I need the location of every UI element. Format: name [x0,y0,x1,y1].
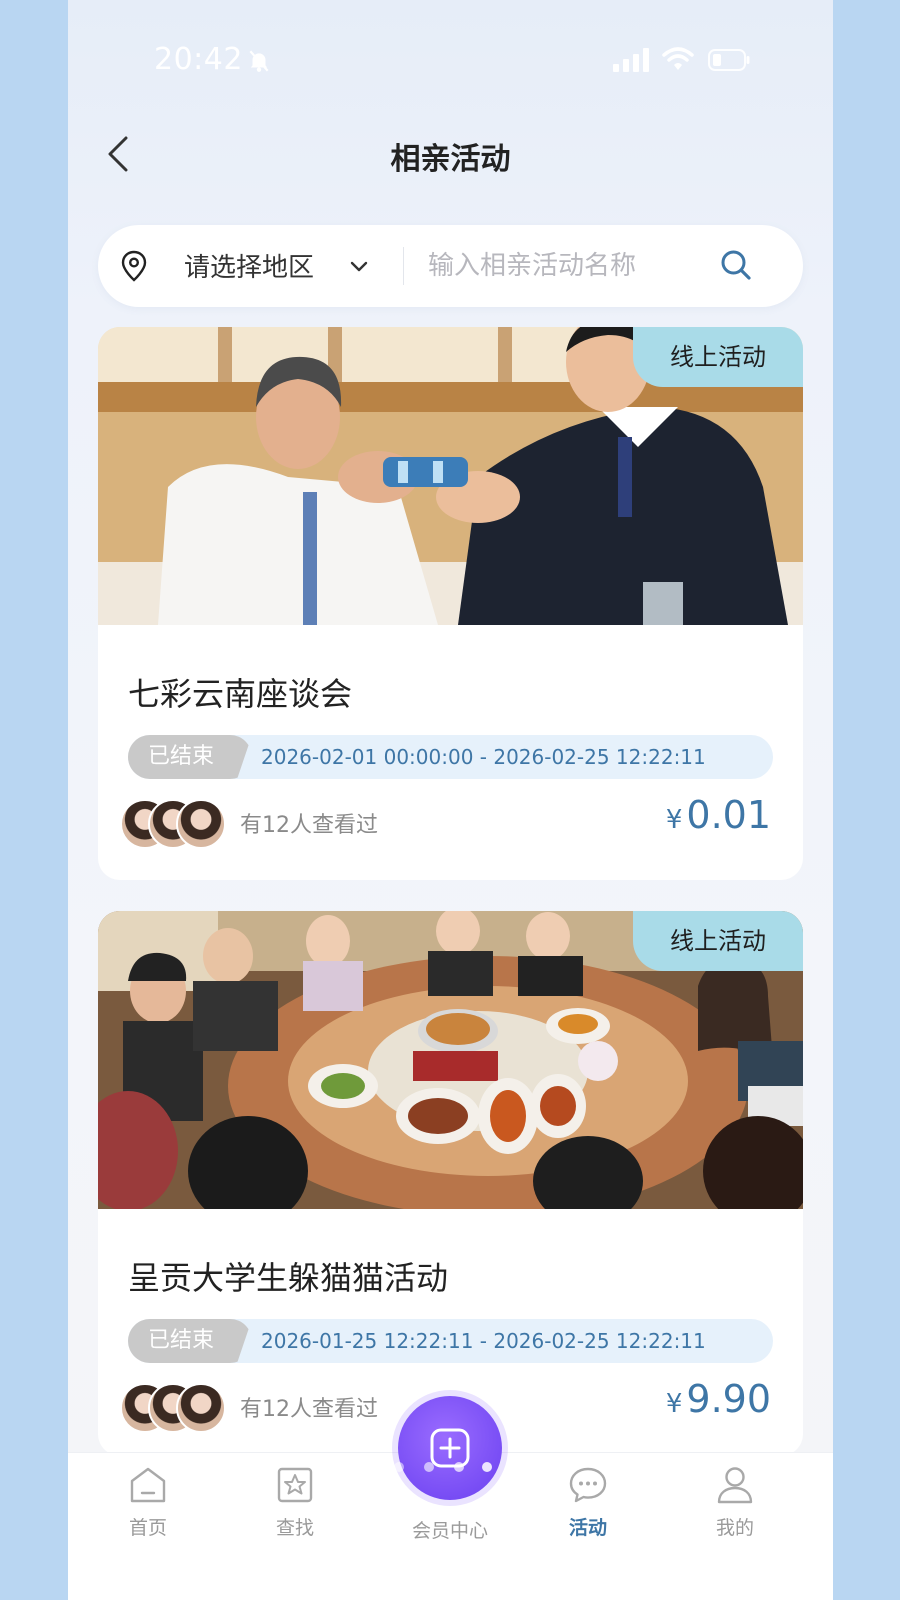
price-value: 0.01 [686,793,771,837]
event-date-row: 已结束 2026-02-01 00:00:00 - 2026-02-25 12:… [128,735,773,779]
tab-label: 活动 [568,1517,607,1539]
chevron-down-icon[interactable] [348,255,370,277]
page-indicator-dots [394,1462,514,1478]
member-center-button[interactable] [398,1396,502,1500]
event-tag: 线上活动 [633,327,803,387]
search-icon[interactable] [718,247,754,283]
tab-label: 我的 [715,1517,754,1539]
view-count: 有12人查看过 [240,1397,378,1422]
phone-screen: 20:42 相亲活动 请选择地区 输入相亲活动名称 线上活动 七彩云南座谈会 已… [68,0,833,1600]
page-header: 相亲活动 [68,130,833,180]
currency-symbol: ¥ [665,805,683,835]
wifi-icon [662,47,694,70]
event-date-range: 2026-02-01 00:00:00 - 2026-02-25 12:22:1… [261,745,706,769]
home-icon [130,1467,166,1503]
location-pin-icon [121,250,147,282]
event-date-row: 已结束 2026-01-25 12:22:11 - 2026-02-25 12:… [128,1319,773,1363]
tab-label: 查找 [275,1517,314,1539]
tab-activity[interactable]: 活动 [538,1463,638,1540]
event-tag: 线上活动 [633,911,803,971]
event-price: ¥9.90 [666,1377,771,1421]
avatar [176,799,226,849]
viewer-avatars [120,799,230,851]
cellular-signal-icon [613,48,649,72]
event-card[interactable]: 线上活动 七彩云南座谈会 已结束 2026-02-01 00:00:00 - 2… [98,327,803,880]
page-title: 相亲活动 [390,142,511,177]
person-icon [717,1467,753,1504]
chat-bubble-icon [569,1467,607,1503]
tab-search[interactable]: 查找 [245,1463,345,1540]
event-title: 呈贡大学生躲猫猫活动 [128,1259,449,1297]
search-bar: 请选择地区 [98,225,803,307]
search-input[interactable] [428,243,678,289]
bell-muted-icon [249,50,269,72]
search-divider [403,247,404,285]
tab-home[interactable]: 首页 [98,1463,198,1540]
event-price: ¥0.01 [666,793,771,837]
view-count: 有12人查看过 [240,813,378,838]
status-time: 20:42 [154,42,243,77]
price-value: 9.90 [686,1377,771,1421]
tab-label: 会员中心 [411,1520,488,1542]
viewer-avatars [120,1383,230,1435]
tab-label: 首页 [128,1517,167,1539]
currency-symbol: ¥ [665,1389,683,1419]
event-card[interactable]: 线上活动 呈贡大学生躲猫猫活动 已结束 2026-01-25 12:22:11 … [98,911,803,1456]
tab-profile[interactable]: 我的 [685,1463,785,1540]
status-badge: 已结束 [128,1319,252,1363]
status-badge: 已结束 [128,735,252,779]
avatar [176,1383,226,1433]
event-date-range: 2026-01-25 12:22:11 - 2026-02-25 12:22:1… [261,1329,706,1353]
event-title: 七彩云南座谈会 [128,675,353,713]
battery-icon [708,49,750,71]
star-search-icon [277,1467,313,1503]
region-select[interactable]: 请选择地区 [184,247,314,284]
status-bar: 20:42 [68,40,833,80]
